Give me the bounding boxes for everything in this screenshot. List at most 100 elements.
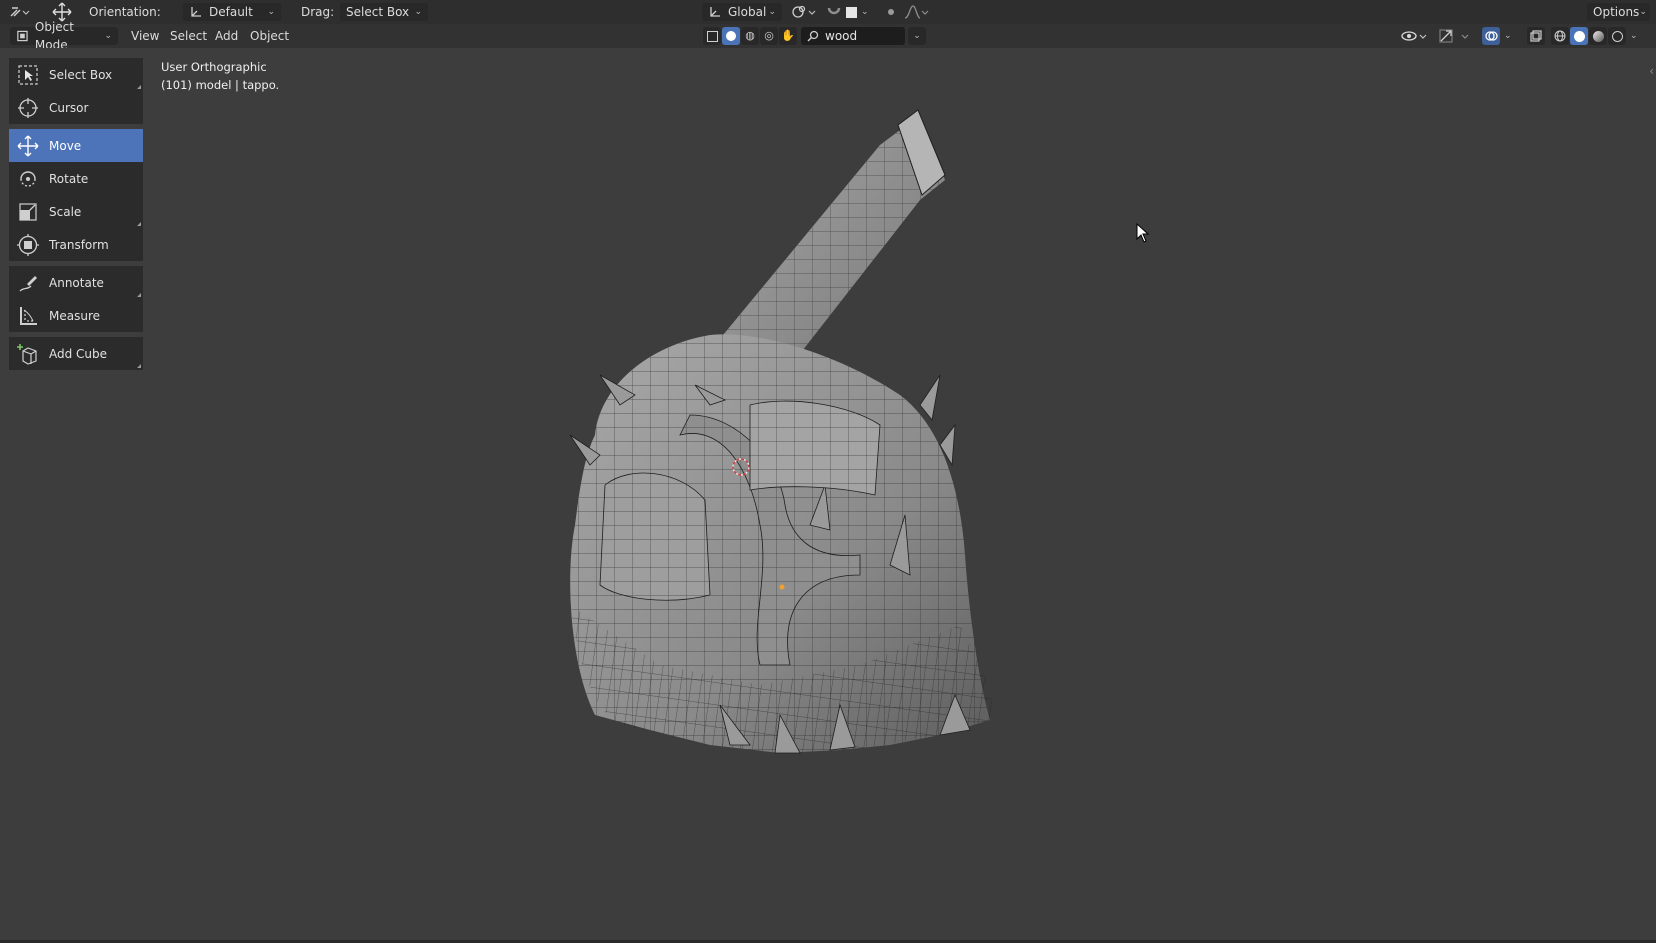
mode-dropdown[interactable]: Object Mode ⌄	[10, 20, 118, 52]
options-dropdown[interactable]: Options ⌄	[1587, 3, 1650, 21]
submenu-corner-icon	[137, 293, 141, 297]
material-shading-button[interactable]	[1589, 27, 1607, 45]
chevron-down-icon: ⌄	[1504, 31, 1512, 41]
tool-label: Rotate	[49, 171, 89, 186]
rendered-sphere-icon	[1611, 30, 1623, 42]
chevron-down-icon: ⌄	[908, 27, 926, 45]
overlays-dropdown[interactable]: ⌄	[1482, 27, 1512, 45]
tool-label: Scale	[49, 204, 82, 219]
tool-rotate[interactable]: Rotate	[9, 162, 143, 195]
proportional-editing-toggle[interactable]	[884, 3, 898, 21]
transform-space-value: Global	[728, 5, 767, 19]
drag-label: Drag:	[301, 5, 335, 19]
falloff-curve-icon	[904, 5, 929, 19]
material-sphere-icon	[1592, 30, 1604, 42]
snap-target-dropdown[interactable]: ⌄	[846, 3, 869, 21]
orientation-axes-icon	[191, 7, 201, 17]
tool-label: Annotate	[49, 275, 104, 290]
drag-value: Select Box	[346, 5, 410, 19]
tool-label: Measure	[49, 308, 100, 323]
orientation-dropdown[interactable]: Default ⌄	[183, 3, 281, 21]
xray-toggle[interactable]	[1527, 27, 1545, 45]
3d-model-mesh[interactable]	[560, 105, 1060, 805]
search-field[interactable]: wood	[801, 27, 905, 45]
mesh-filter-icon	[706, 30, 718, 42]
drag-dropdown[interactable]: Select Box ⌄	[340, 3, 428, 21]
tool-settings-bar: Orientation: Default ⌄ Drag: Select Box …	[0, 0, 1656, 24]
filter-mesh-button[interactable]	[703, 27, 721, 45]
falloff-dropdown[interactable]	[904, 3, 930, 21]
snap-increment-icon	[846, 6, 857, 18]
tool-label: Select Box	[49, 67, 113, 82]
solid-sphere-icon	[1573, 30, 1585, 42]
pivot-point-dropdown[interactable]	[790, 3, 818, 21]
rotate-icon	[20, 171, 36, 187]
transform-orientation-dropdown[interactable]: Global ⌄	[702, 3, 782, 21]
tool-label: Transform	[49, 237, 109, 252]
tool-transform[interactable]: Transform	[9, 228, 143, 261]
wireframe-shading-button[interactable]	[1551, 27, 1569, 45]
eye-icon	[1401, 31, 1427, 41]
scale-icon	[19, 203, 37, 221]
chevron-down-icon: ⌄	[861, 7, 869, 17]
object-origin-dot	[779, 584, 785, 590]
tool-move[interactable]: Move	[9, 129, 143, 162]
view-name: User Orthographic	[161, 60, 267, 74]
menu-select[interactable]: Select	[164, 27, 213, 45]
filter-camera-button[interactable]: ✋	[779, 27, 797, 45]
object-mode-icon	[17, 30, 28, 42]
sidebar-toggle-chevron-icon[interactable]: ‹	[1649, 64, 1654, 78]
submenu-corner-icon	[137, 85, 141, 89]
menu-add[interactable]: Add	[209, 27, 244, 45]
search-dropdown[interactable]: ⌄	[908, 27, 926, 45]
tool-cursor[interactable]: Cursor	[9, 91, 143, 124]
filter-shading-button[interactable]	[722, 27, 740, 45]
tool-label: Move	[49, 138, 82, 153]
menu-object[interactable]: Object	[244, 27, 295, 45]
orientation-value: Default	[209, 5, 253, 19]
tool-label: Cursor	[49, 100, 89, 115]
magnet-icon	[827, 7, 841, 15]
menu-view[interactable]: View	[125, 27, 165, 45]
world-icon: ◎	[764, 29, 774, 42]
chevron-down-icon: ⌄	[267, 7, 275, 17]
transform-icon	[17, 234, 39, 256]
rendered-shading-button[interactable]	[1608, 27, 1626, 45]
move-icon	[17, 135, 39, 157]
tool-measure[interactable]: Measure	[9, 299, 143, 332]
editor-type-icon	[10, 7, 30, 17]
filter-light-button[interactable]: ◍	[741, 27, 759, 45]
overlays-icon	[1482, 27, 1500, 45]
viewport-info: User Orthographic (101) model | tappo.	[161, 58, 279, 94]
tool-annotate[interactable]: Annotate	[9, 266, 143, 299]
body-mesh	[569, 334, 993, 754]
cursor-icon	[18, 98, 38, 118]
editor-type-dropdown[interactable]	[8, 3, 30, 21]
solid-shading-button[interactable]	[1570, 27, 1588, 45]
tool-scale[interactable]: Scale	[9, 195, 143, 228]
filter-world-button[interactable]: ◎	[760, 27, 778, 45]
visibility-dropdown[interactable]	[1400, 27, 1430, 45]
hand-icon: ✋	[781, 29, 795, 42]
search-icon	[807, 30, 819, 42]
viewport-header: Object Mode ⌄ View Select Add Object ◍ ◎…	[0, 20, 1656, 52]
snap-toggle[interactable]	[826, 3, 842, 21]
wireframe-icon	[1554, 30, 1566, 42]
chevron-down-icon: ⌄	[414, 7, 422, 17]
chevron-down-icon: ⌄	[768, 7, 776, 17]
submenu-corner-icon	[137, 222, 141, 226]
chevron-down-icon: ⌄	[1639, 7, 1647, 17]
global-axes-icon	[710, 7, 720, 17]
sphere-icon	[726, 31, 736, 41]
gizmo-dropdown[interactable]	[1438, 27, 1472, 45]
tool-select-box[interactable]: Select Box	[9, 58, 143, 91]
tool-add-cube[interactable]: Add Cube	[9, 337, 143, 370]
submenu-corner-icon	[137, 364, 141, 368]
pivot-icon	[792, 5, 816, 18]
chevron-down-icon: ⌄	[104, 31, 112, 41]
proportional-edit-icon	[888, 9, 894, 15]
tool-shelf: Select Box Cursor Move Rotate Scale Tran…	[9, 58, 143, 370]
chevron-down-icon[interactable]: ⌄	[1630, 27, 1638, 45]
lights-icon: ◍	[745, 29, 755, 42]
options-label: Options	[1593, 5, 1640, 19]
